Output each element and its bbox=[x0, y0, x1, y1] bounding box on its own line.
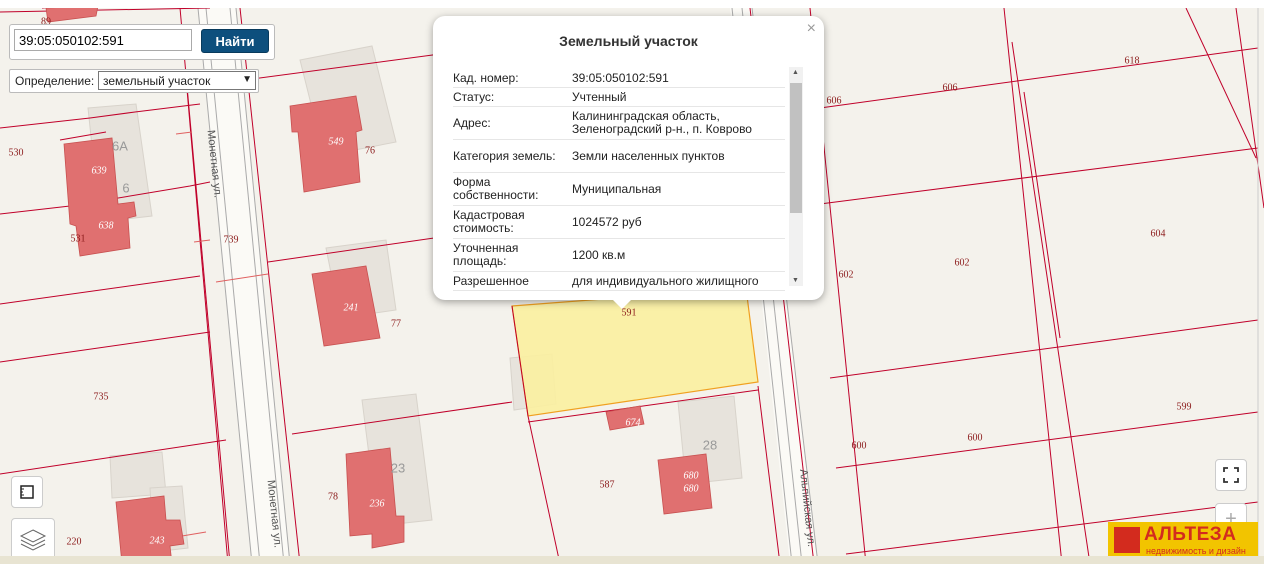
parcel-label: 735 bbox=[93, 391, 109, 403]
house-number: 23 bbox=[390, 460, 406, 476]
info-row: Адрес: Калининградская область, Зеленогра… bbox=[453, 106, 785, 140]
parcel-label: 604 bbox=[1150, 228, 1166, 240]
info-row: Кад. номер: 39:05:050102:591 bbox=[453, 69, 785, 88]
parcel-label: 530 bbox=[8, 147, 24, 159]
layers-icon bbox=[19, 529, 47, 551]
parcel-label: 76 bbox=[365, 145, 375, 157]
info-key: Кад. номер: bbox=[453, 69, 572, 88]
info-value: 1200 кв.м bbox=[572, 238, 785, 272]
popup-pointer bbox=[612, 299, 632, 309]
parcel-label: 220 bbox=[66, 536, 82, 548]
logo-tagline: недвижимость и дизайн bbox=[1146, 546, 1246, 556]
parcel-label: 602 bbox=[838, 269, 854, 281]
building-label: 680 bbox=[683, 483, 699, 495]
info-row: Кадастровая стоимость: 1024572 руб bbox=[453, 205, 785, 239]
altesa-logo: АЛЬТЕЗА недвижимость и дизайн bbox=[1108, 522, 1258, 558]
scrollbar-thumb[interactable] bbox=[790, 83, 802, 213]
info-value: Земли населенных пунктов bbox=[572, 139, 785, 173]
fullscreen-button[interactable] bbox=[1215, 459, 1247, 491]
info-value: Муниципальная bbox=[572, 172, 785, 206]
info-key: Адрес: bbox=[453, 106, 572, 140]
building-label: 674 bbox=[625, 417, 641, 429]
parcel-label: 531 bbox=[70, 233, 86, 245]
cadastral-search-input[interactable] bbox=[14, 29, 192, 51]
fullscreen-icon bbox=[1223, 467, 1239, 483]
info-row: Разрешенное для индивидуального жилищного bbox=[453, 271, 785, 291]
ruler-icon bbox=[20, 485, 34, 499]
info-row: Форма собственности: Муниципальная bbox=[453, 172, 785, 206]
info-value: для индивидуального жилищного bbox=[572, 271, 785, 291]
house-number: 6А bbox=[112, 138, 128, 154]
house-number: 28 bbox=[702, 437, 718, 453]
building-label: 549 bbox=[328, 136, 344, 148]
info-key: Разрешенное bbox=[453, 271, 572, 291]
building-label: 639 bbox=[91, 165, 107, 177]
info-key: Кадастровая стоимость: bbox=[453, 205, 572, 239]
parcel-label: 77 bbox=[391, 318, 401, 330]
parcel-label: 600 bbox=[967, 432, 983, 444]
building-label: 680 bbox=[683, 470, 699, 482]
logo-name: АЛЬТЕЗА bbox=[1144, 524, 1237, 545]
bottom-bar bbox=[0, 556, 1264, 564]
info-value: 39:05:050102:591 bbox=[572, 69, 785, 88]
info-row: Категория земель: Земли населенных пункто… bbox=[453, 139, 785, 173]
definition-select[interactable]: земельный участок ▼ bbox=[98, 71, 256, 90]
parcel-info-table: Кад. номер: 39:05:050102:591 Статус: Учтен… bbox=[453, 69, 785, 291]
scroll-up-icon[interactable]: ▲ bbox=[792, 69, 799, 76]
parcel-label: 600 bbox=[851, 440, 867, 452]
popup-scrollbar[interactable]: ▲ ▼ bbox=[789, 67, 803, 286]
parcel-label: 591 bbox=[621, 307, 637, 319]
parcel-label: 739 bbox=[223, 234, 239, 246]
definition-selected-value: земельный участок bbox=[103, 73, 211, 88]
layers-button[interactable] bbox=[11, 518, 55, 560]
info-value: 1024572 руб bbox=[572, 205, 785, 239]
info-key: Форма собственности: bbox=[453, 172, 572, 206]
info-value: Калининградская область, Зеленоградский … bbox=[572, 106, 785, 140]
parcel-label: 606 bbox=[826, 95, 842, 107]
info-row: Уточненная площадь: 1200 кв.м bbox=[453, 238, 785, 272]
house-number: 6 bbox=[122, 180, 130, 196]
parcel-label: 78 bbox=[328, 491, 338, 503]
info-key: Уточненная площадь: bbox=[453, 238, 572, 272]
parcel-label: 618 bbox=[1124, 55, 1140, 67]
info-row: Статус: Учтенный bbox=[453, 87, 785, 107]
parcel-info-popup: × Земельный участок Кад. номер: 39:05:050… bbox=[433, 16, 824, 300]
ruler-button[interactable] bbox=[11, 476, 43, 508]
building-label: 236 bbox=[369, 498, 385, 510]
info-key: Статус: bbox=[453, 87, 572, 107]
building-label: 243 bbox=[149, 535, 165, 547]
find-button[interactable]: Найти bbox=[201, 29, 269, 53]
search-panel: Найти bbox=[9, 24, 275, 60]
scroll-down-icon[interactable]: ▼ bbox=[792, 277, 799, 284]
parcel-label: 599 bbox=[1176, 401, 1192, 413]
building-label: 638 bbox=[98, 220, 114, 232]
building-label: 241 bbox=[343, 302, 359, 314]
popup-title: Земельный участок bbox=[559, 33, 698, 49]
parcel-label: 587 bbox=[599, 479, 615, 491]
info-key: Категория земель: bbox=[453, 139, 572, 173]
parcel-label: 602 bbox=[954, 257, 970, 269]
definition-panel: Определение: земельный участок ▼ bbox=[9, 69, 259, 93]
logo-mark-icon bbox=[1114, 527, 1140, 553]
definition-label: Определение: bbox=[15, 74, 95, 88]
chevron-down-icon: ▼ bbox=[242, 74, 252, 85]
parcel-label: 606 bbox=[942, 82, 958, 94]
info-value: Учтенный bbox=[572, 87, 785, 107]
